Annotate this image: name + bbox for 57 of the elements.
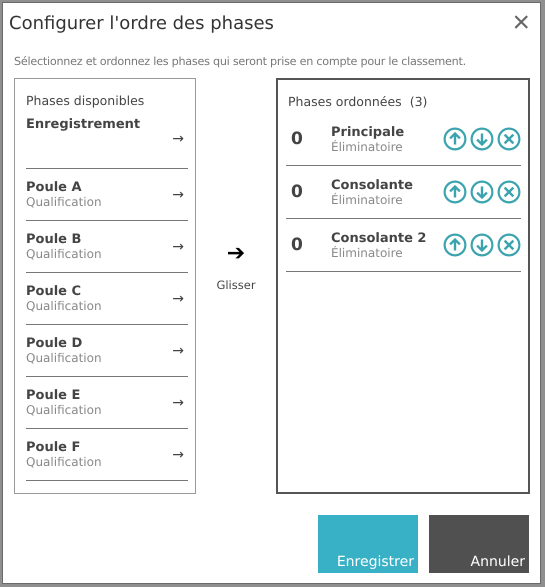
arrow-icon: → xyxy=(172,186,184,202)
move-down-icon[interactable] xyxy=(470,233,494,257)
phase-name: Poule C xyxy=(26,284,82,299)
phase-name: Poule E xyxy=(26,388,82,403)
phase-type: Éliminatoire xyxy=(331,140,404,154)
phase-item[interactable]: Poule D Qualification → xyxy=(26,325,188,377)
phase-name: Principale xyxy=(331,124,406,140)
phase-type: Éliminatoire xyxy=(331,192,404,206)
phase-name: Poule A xyxy=(26,180,83,195)
move-down-icon[interactable] xyxy=(470,127,494,151)
ordered-phase-item[interactable]: 0 Principale Éliminatoire xyxy=(286,113,521,166)
panel-title: Phases ordonnées xyxy=(288,94,402,109)
phase-type: Qualification xyxy=(26,455,102,469)
remove-icon[interactable] xyxy=(497,180,521,204)
arrow-icon: → xyxy=(172,446,184,462)
order-number: 0 xyxy=(291,235,304,255)
phase-type: Qualification xyxy=(26,195,102,209)
phase-name: Consolante 2 xyxy=(331,230,428,246)
remove-icon[interactable] xyxy=(497,127,521,151)
phase-item[interactable]: Poule E Qualification → xyxy=(26,377,188,429)
arrow-icon: → xyxy=(172,290,184,306)
phase-name: Consolante xyxy=(331,178,414,192)
ordered-phase-item[interactable]: 0 Consolante 2 Éliminatoire xyxy=(286,219,521,272)
move-down-icon[interactable] xyxy=(470,180,494,204)
phase-name: Poule D xyxy=(26,336,84,351)
phase-item[interactable]: Poule F Qualification → xyxy=(26,429,188,481)
phase-type: Éliminatoire xyxy=(331,246,404,260)
dialog-title: Configurer l'ordre des phases xyxy=(9,12,274,34)
phase-name: Enregistrement xyxy=(26,117,140,132)
phase-type: Qualification xyxy=(26,247,102,261)
cancel-button[interactable]: Annuler xyxy=(429,515,529,573)
close-button[interactable]: × xyxy=(512,8,530,38)
arrow-icon: → xyxy=(172,394,184,410)
arrow-icon: → xyxy=(172,131,184,147)
count-label: (3) xyxy=(410,94,428,109)
ordered-phase-item[interactable]: 0 Consolante Éliminatoire xyxy=(286,166,521,219)
move-up-icon[interactable] xyxy=(443,233,467,257)
remove-icon[interactable] xyxy=(497,233,521,257)
phase-item[interactable]: Enregistrement → xyxy=(26,117,188,169)
instructions-text: Sélectionnez et ordonnez les phases qui seront prise en compte pour le classement. xyxy=(14,55,467,68)
arrow-icon: → xyxy=(172,342,184,358)
move-up-icon[interactable] xyxy=(443,127,467,151)
order-number: 0 xyxy=(291,182,304,202)
phase-type: Qualification xyxy=(26,299,102,313)
move-up-icon[interactable] xyxy=(443,180,467,204)
phase-name: Poule B xyxy=(26,232,82,247)
phase-item[interactable]: Poule A Qualification → xyxy=(26,169,188,221)
phase-item[interactable]: Poule C Qualification → xyxy=(26,273,188,325)
phase-type: Qualification xyxy=(26,351,102,365)
phase-item[interactable]: Poule B Qualification → xyxy=(26,221,188,273)
arrow-icon: ➔ xyxy=(226,240,246,266)
order-number: 0 xyxy=(291,129,304,149)
phase-type: Qualification xyxy=(26,403,102,417)
arrow-icon: → xyxy=(172,238,184,254)
phase-name: Poule F xyxy=(26,440,82,455)
drag-label: Glisser xyxy=(216,278,256,292)
panel-title: Phases disponibles xyxy=(26,93,146,108)
